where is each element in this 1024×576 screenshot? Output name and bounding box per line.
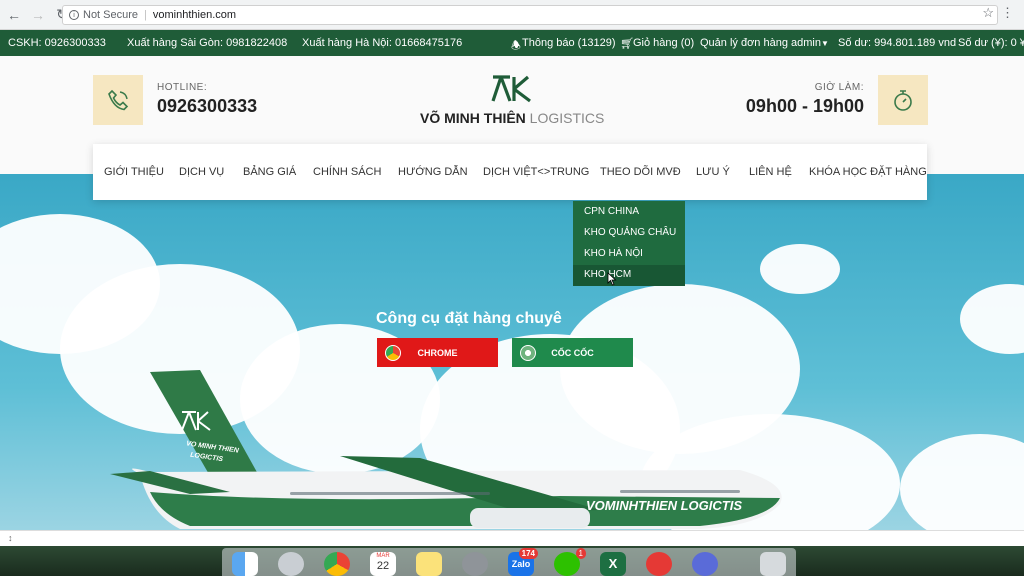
- dropdown-item-kho-ha-noi[interactable]: KHO HÀ NỘI: [584, 248, 643, 259]
- security-label: Not Secure: [83, 9, 139, 21]
- system-preferences-icon[interactable]: [462, 552, 488, 576]
- brand-name-bold: VÕ MINH THIÊN: [420, 110, 526, 126]
- chrome-button-label: CHROME: [417, 347, 458, 358]
- back-icon[interactable]: ←: [4, 5, 24, 25]
- zalo-icon[interactable]: Zalo 174: [508, 548, 538, 576]
- bell-icon[interactable]: 🕭︎: [511, 37, 521, 56]
- balance-vnd: Số dư: 994.801.189 vnd: [838, 37, 957, 49]
- notes-icon[interactable]: [416, 552, 442, 576]
- browser-menu-icon[interactable]: ⋮: [1001, 5, 1014, 21]
- hotline-label: HOTLINE:: [157, 82, 208, 93]
- page-bottom-bar: ↕: [0, 530, 1024, 546]
- saigon-phone: Xuất hàng Sài Gòn: 0981822408: [127, 37, 288, 49]
- dropdown-item-cpn-china[interactable]: CPN CHINA: [584, 206, 639, 217]
- hotline-number: 0926300333: [157, 96, 258, 116]
- nav-lien-he[interactable]: LIÊN HỆ: [749, 166, 792, 178]
- stopwatch-icon: [878, 75, 928, 125]
- calendar-icon[interactable]: MAR 22: [370, 552, 396, 576]
- resize-handle-icon[interactable]: ↕: [8, 533, 13, 543]
- zalo-label: Zalo: [511, 559, 531, 569]
- cart-icon[interactable]: 🛒︎: [620, 37, 634, 50]
- plane-body-text: VOMINHTHIEN LOGICTIS: [586, 498, 742, 513]
- main-navigation: GIỚI THIỆU DỊCH VỤ BẢNG GIÁ CHÍNH SÁCH H…: [93, 144, 927, 200]
- excel-icon[interactable]: X: [600, 552, 626, 576]
- forward-icon[interactable]: →: [28, 5, 48, 25]
- coccoc-extension-button[interactable]: CỐC CỐC: [512, 338, 633, 367]
- url-separator: |: [144, 9, 147, 21]
- trash-icon[interactable]: [760, 552, 786, 576]
- brand-name-light: LOGISTICS: [529, 110, 605, 126]
- mouse-cursor-icon: [607, 272, 617, 286]
- nav-bang-gia[interactable]: BẢNG GIÁ: [243, 166, 296, 178]
- nav-luu-y[interactable]: LƯU Ý: [696, 166, 730, 178]
- address-bar[interactable]: i Not Secure | vominhthien.com: [62, 5, 998, 25]
- cskh-phone: CSKH: 0926300333: [8, 37, 106, 49]
- balance-cny: Số dư (¥): 0 ¥: [958, 37, 1024, 49]
- nav-gioi-thieu[interactable]: GIỚI THIỆU: [104, 166, 164, 178]
- brand-logo-icon[interactable]: [490, 74, 534, 104]
- hanoi-phone: Xuất hàng Hà Nội: 01668475176: [302, 37, 463, 49]
- browser-toolbar: ← → ↻ i Not Secure | vominhthien.com ☆ ⋮: [0, 0, 1024, 30]
- nav-dich-vu[interactable]: DỊCH VỤ: [179, 166, 224, 178]
- user-menu[interactable]: admin: [791, 37, 821, 49]
- chrome-extension-button[interactable]: CHROME: [377, 338, 498, 367]
- caret-down-icon[interactable]: ▼: [821, 39, 829, 48]
- theo-doi-dropdown: CPN CHINA KHO QUẢNG CHÂU KHO HÀ NỘI KHO …: [573, 201, 685, 286]
- top-info-strip: CSKH: 0926300333 Xuất hàng Sài Gòn: 0981…: [0, 30, 1024, 56]
- work-hours-value: 09h00 - 19h00: [745, 96, 864, 116]
- finder-icon[interactable]: [232, 552, 258, 576]
- nav-khoa-hoc-dat-hang[interactable]: KHÓA HỌC ĐẶT HÀNG: [809, 166, 927, 178]
- nav-chinh-sach[interactable]: CHÍNH SÁCH: [313, 166, 381, 178]
- nav-huong-dan[interactable]: HƯỚNG DẪN: [398, 166, 468, 178]
- order-management-link[interactable]: Quản lý đơn hàng: [700, 37, 788, 49]
- nav-theo-doi-mvd[interactable]: THEO DÕI MVĐ: [600, 166, 681, 178]
- bookmark-star-icon[interactable]: ☆: [982, 5, 994, 21]
- macos-dock: MAR 22 Zalo 174 1 X: [222, 548, 796, 576]
- zalo-badge: 174: [518, 548, 538, 559]
- work-hours-label: GIỜ LÀM:: [814, 82, 864, 93]
- phone-icon: [93, 75, 143, 125]
- wechat-icon[interactable]: 1: [554, 548, 586, 576]
- nav-dich-viet-trung[interactable]: DỊCH VIỆT<>TRUNG: [483, 166, 589, 178]
- screenshot-root: ← → ↻ i Not Secure | vominhthien.com ☆ ⋮…: [0, 0, 1024, 576]
- cart-link[interactable]: Giỏ hàng (0): [633, 37, 694, 49]
- url-text: vominhthien.com: [152, 9, 237, 21]
- brand-name[interactable]: VÕ MINH THIÊN LOGISTICS: [420, 110, 604, 126]
- calendar-day: 22: [376, 560, 390, 572]
- chrome-dock-icon[interactable]: [324, 552, 350, 576]
- dropdown-item-kho-quang-chau[interactable]: KHO QUẢNG CHÂU: [584, 227, 676, 238]
- hero-title: Công cụ đặt hàng chuyê: [376, 310, 562, 327]
- launchpad-icon[interactable]: [278, 552, 304, 576]
- calendar-month: MAR: [376, 553, 390, 559]
- app-icon[interactable]: [692, 552, 718, 576]
- info-icon[interactable]: i: [69, 10, 79, 20]
- app-icon[interactable]: [646, 552, 672, 576]
- wechat-badge: 1: [575, 548, 586, 559]
- notifications-link[interactable]: Thông báo (13129): [522, 37, 616, 49]
- coccoc-button-label: CỐC CỐC: [551, 347, 594, 358]
